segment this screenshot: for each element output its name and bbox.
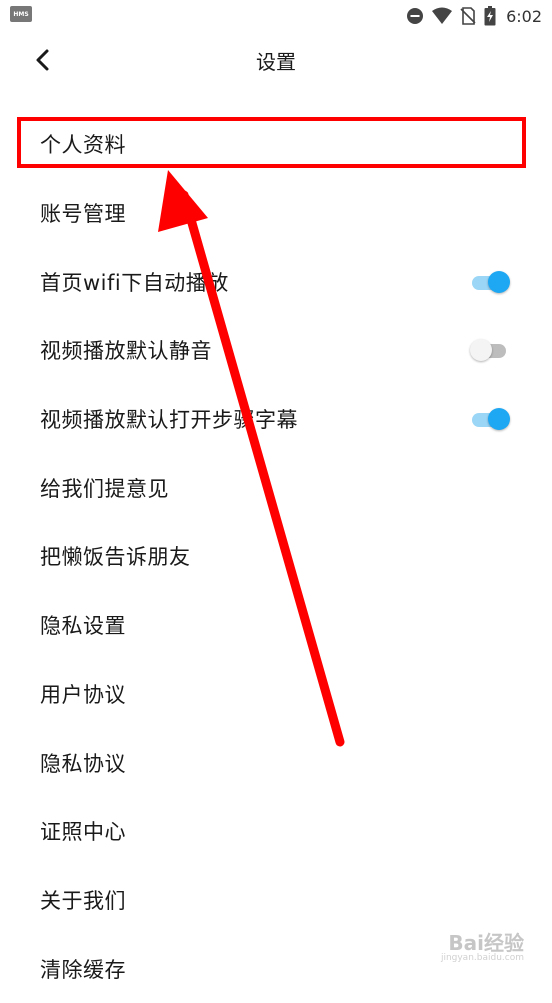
- menu-item-privacy-policy[interactable]: 隐私协议: [0, 728, 552, 797]
- menu-item-share[interactable]: 把懒饭告诉朋友: [0, 522, 552, 591]
- menu-item-about[interactable]: 关于我们: [0, 866, 552, 935]
- menu-item-profile[interactable]: 个人资料: [0, 110, 552, 179]
- menu-item-label: 个人资料: [40, 133, 126, 158]
- menu-item-label: 视频播放默认静音: [40, 339, 212, 364]
- clock: 6:02: [506, 6, 542, 26]
- wifi-icon: [432, 7, 453, 24]
- menu-item-label: 用户协议: [40, 682, 126, 707]
- menu-item-label: 隐私协议: [40, 751, 126, 776]
- menu-item-account[interactable]: 账号管理: [0, 179, 552, 248]
- battery-charging-icon: [484, 6, 496, 26]
- menu-item-privacy-settings[interactable]: 隐私设置: [0, 591, 552, 660]
- menu-item-label: 隐私设置: [40, 614, 126, 639]
- toggle-knob: [488, 270, 510, 293]
- menu-item-label: 视频播放默认打开步骤字幕: [40, 408, 298, 433]
- menu-item-licenses[interactable]: 证照中心: [0, 797, 552, 866]
- step-subtitles-toggle[interactable]: [470, 407, 510, 431]
- menu-item-label: 证照中心: [40, 820, 126, 845]
- menu-item-wifi-autoplay: 首页wifi下自动播放: [0, 247, 552, 316]
- status-bar: HMS 6:02: [0, 0, 552, 32]
- no-sim-icon: [460, 7, 476, 25]
- menu-item-feedback[interactable]: 给我们提意见: [0, 453, 552, 522]
- menu-item-label: 账号管理: [40, 202, 126, 227]
- page-title: 设置: [256, 50, 296, 74]
- menu-item-label: 首页wifi下自动播放: [40, 270, 229, 295]
- menu-item-label: 关于我们: [40, 888, 126, 913]
- settings-list: 个人资料 账号管理 首页wifi下自动播放 视频播放默认静音 视频播放默认打开步…: [0, 110, 552, 1003]
- menu-item-step-subtitles: 视频播放默认打开步骤字幕: [0, 385, 552, 454]
- wifi-autoplay-toggle[interactable]: [470, 270, 510, 294]
- toggle-knob: [488, 408, 510, 431]
- menu-item-user-agreement[interactable]: 用户协议: [0, 660, 552, 729]
- menu-item-default-mute: 视频播放默认静音: [0, 316, 552, 385]
- do-not-disturb-icon: [407, 8, 424, 24]
- default-mute-toggle[interactable]: [470, 338, 510, 362]
- menu-item-label: 给我们提意见: [40, 476, 169, 501]
- menu-item-label: 清除缓存: [40, 957, 126, 982]
- status-icons: 6:02: [406, 4, 542, 28]
- menu-item-label: 把懒饭告诉朋友: [40, 545, 191, 570]
- top-app-bar: 设置: [0, 32, 552, 88]
- watermark-sub: jingyan.baidu.com: [440, 953, 524, 963]
- toggle-knob: [470, 339, 492, 362]
- watermark-text: Bai经验: [448, 931, 524, 955]
- watermark-logo: Bai经验 jingyan.baidu.com: [414, 927, 524, 967]
- hms-badge: HMS: [10, 6, 32, 22]
